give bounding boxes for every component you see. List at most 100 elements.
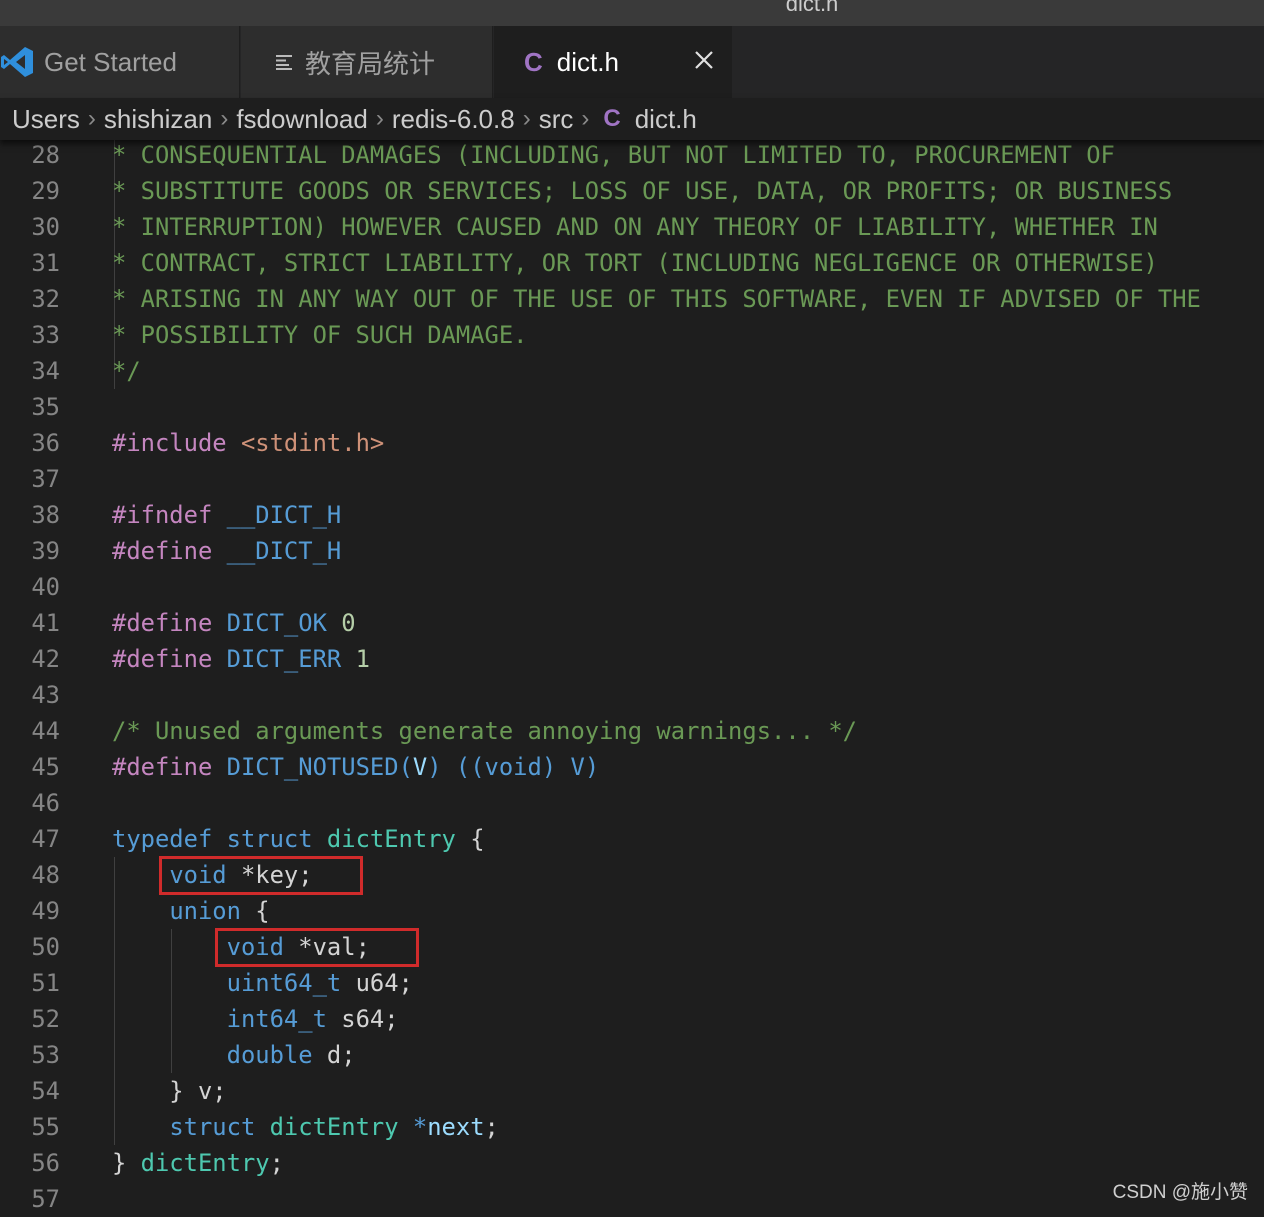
code-text: #define DICT_OK 0	[112, 605, 356, 641]
code-line: 39 #define __DICT_H	[0, 533, 1264, 569]
code-text: * ARISING IN ANY WAY OUT OF THE USE OF T…	[112, 281, 1201, 317]
code-token: * INTERRUPTION) HOWEVER CAUSED AND ON AN…	[112, 213, 1158, 241]
code-line: 38 #ifndef __DICT_H	[0, 497, 1264, 533]
line-number: 47	[31, 825, 60, 853]
tab-label: Get Started	[44, 46, 177, 77]
breadcrumb: Users › shishizan › fsdownload › redis-6…	[0, 98, 1264, 140]
code-token: __DICT_H	[226, 537, 342, 565]
code-text: double d;	[112, 1037, 356, 1073]
line-number: 28	[31, 141, 60, 169]
code-token: }	[112, 1149, 141, 1177]
breadcrumb-item-file[interactable]: dict.h	[635, 104, 697, 135]
line-number: 56	[31, 1149, 60, 1177]
watermark: CSDN @施小赞	[1112, 1182, 1248, 1203]
list-icon	[276, 55, 292, 70]
code-text: * POSSIBILITY OF SUCH DAMAGE.	[112, 317, 527, 353]
code-token: * CONTRACT, STRICT LIABILITY, OR TORT (I…	[112, 249, 1158, 277]
tab-education-stats[interactable]: 教育局统计	[241, 26, 493, 98]
code-text: #include <stdint.h>	[112, 425, 384, 461]
code-token: struct	[169, 1113, 256, 1141]
code-token: */	[112, 357, 141, 385]
code-text: */	[112, 353, 141, 389]
code-line: 40	[0, 569, 1264, 605]
line-number: 34	[31, 357, 60, 385]
code-token: union	[169, 897, 241, 925]
code-editor[interactable]: 28 * CONSEQUENTIAL DAMAGES (INCLUDING, BU…	[0, 137, 1264, 1213]
code-line: 31 * CONTRACT, STRICT LIABILITY, OR TORT …	[0, 245, 1264, 281]
code-line: 55 struct dictEntry *next;	[0, 1109, 1264, 1145]
line-number: 39	[31, 537, 60, 565]
tab-label: 教育局统计	[305, 48, 436, 79]
close-icon[interactable]	[692, 48, 716, 72]
code-text: #define DICT_NOTUSED(V) ((void) V)	[112, 749, 599, 785]
line-number: 55	[31, 1113, 60, 1141]
code-token: 1	[355, 645, 370, 673]
breadcrumb-item-src[interactable]: src	[539, 104, 574, 135]
line-number: 51	[31, 969, 60, 997]
code-token: uint64_t	[226, 969, 342, 997]
chevron-right-icon: ›	[581, 105, 590, 132]
chevron-right-icon: ›	[375, 105, 384, 132]
code-line: 54 } v;	[0, 1073, 1264, 1109]
code-token: *	[412, 1113, 428, 1141]
code-line: 29 * SUBSTITUTE GOODS OR SERVICES; LOSS O…	[0, 173, 1264, 209]
code-text: /* Unused arguments generate annoying wa…	[112, 713, 857, 749]
c-file-icon: C	[524, 46, 543, 77]
code-token: dictEntry	[140, 1149, 270, 1177]
code-token: ;	[269, 1149, 284, 1177]
code-line: 32 * ARISING IN ANY WAY OUT OF THE USE OF…	[0, 281, 1264, 317]
code-line: 51 uint64_t u64;	[0, 965, 1264, 1001]
code-text: * INTERRUPTION) HOWEVER CAUSED AND ON AN…	[112, 209, 1158, 245]
code-token: /* Unused arguments generate annoying wa…	[112, 717, 858, 745]
code-text: #ifndef __DICT_H	[112, 497, 341, 533]
code-token: {	[240, 897, 270, 925]
code-token: __DICT_H	[226, 501, 342, 529]
line-number: 43	[31, 681, 60, 709]
annotation-highlight-box	[159, 856, 364, 895]
line-number: 54	[31, 1077, 60, 1105]
tab-get-started[interactable]: Get Started	[0, 26, 240, 98]
code-token: d;	[312, 1041, 356, 1069]
code-text: } dictEntry;	[112, 1145, 284, 1181]
code-line: 28 * CONSEQUENTIAL DAMAGES (INCLUDING, BU…	[0, 137, 1264, 173]
code-text: } v;	[112, 1073, 227, 1109]
code-text: * SUBSTITUTE GOODS OR SERVICES; LOSS OF …	[112, 173, 1172, 209]
chevron-right-icon: ›	[220, 105, 229, 132]
code-line: 41 #define DICT_OK 0	[0, 605, 1264, 641]
line-number: 30	[31, 213, 60, 241]
code-line: 46	[0, 785, 1264, 821]
line-number: 49	[31, 897, 60, 925]
code-text: #define DICT_ERR 1	[112, 641, 370, 677]
code-token: * ARISING IN ANY WAY OUT OF THE USE OF T…	[112, 285, 1201, 313]
code-text: int64_t s64;	[112, 1001, 399, 1037]
code-token: * POSSIBILITY OF SUCH DAMAGE.	[112, 321, 528, 349]
breadcrumb-item-shishizan[interactable]: shishizan	[104, 104, 212, 135]
code-token: #define	[112, 609, 227, 637]
line-number: 46	[31, 789, 60, 817]
annotation-highlight-box	[214, 928, 419, 967]
breadcrumb-item-users[interactable]: Users	[12, 104, 80, 135]
code-text: uint64_t u64;	[112, 965, 413, 1001]
tab-dict-h[interactable]: C dict.h	[494, 26, 732, 98]
code-line: 30 * INTERRUPTION) HOWEVER CAUSED AND ON …	[0, 209, 1264, 245]
line-number: 44	[31, 717, 60, 745]
breadcrumb-item-fsdownload[interactable]: fsdownload	[236, 104, 368, 135]
tab-label: dict.h	[556, 46, 619, 77]
code-token: #ifndef	[112, 501, 227, 529]
line-number: 36	[31, 429, 60, 457]
code-line: 33 * POSSIBILITY OF SUCH DAMAGE.	[0, 317, 1264, 353]
line-number: 37	[31, 465, 60, 493]
breadcrumb-item-redis[interactable]: redis-6.0.8	[392, 104, 515, 135]
code-token: } v;	[112, 1077, 227, 1105]
code-token: u64;	[341, 969, 413, 997]
code-token: (	[398, 753, 413, 781]
code-line: 49 union {	[0, 893, 1264, 929]
